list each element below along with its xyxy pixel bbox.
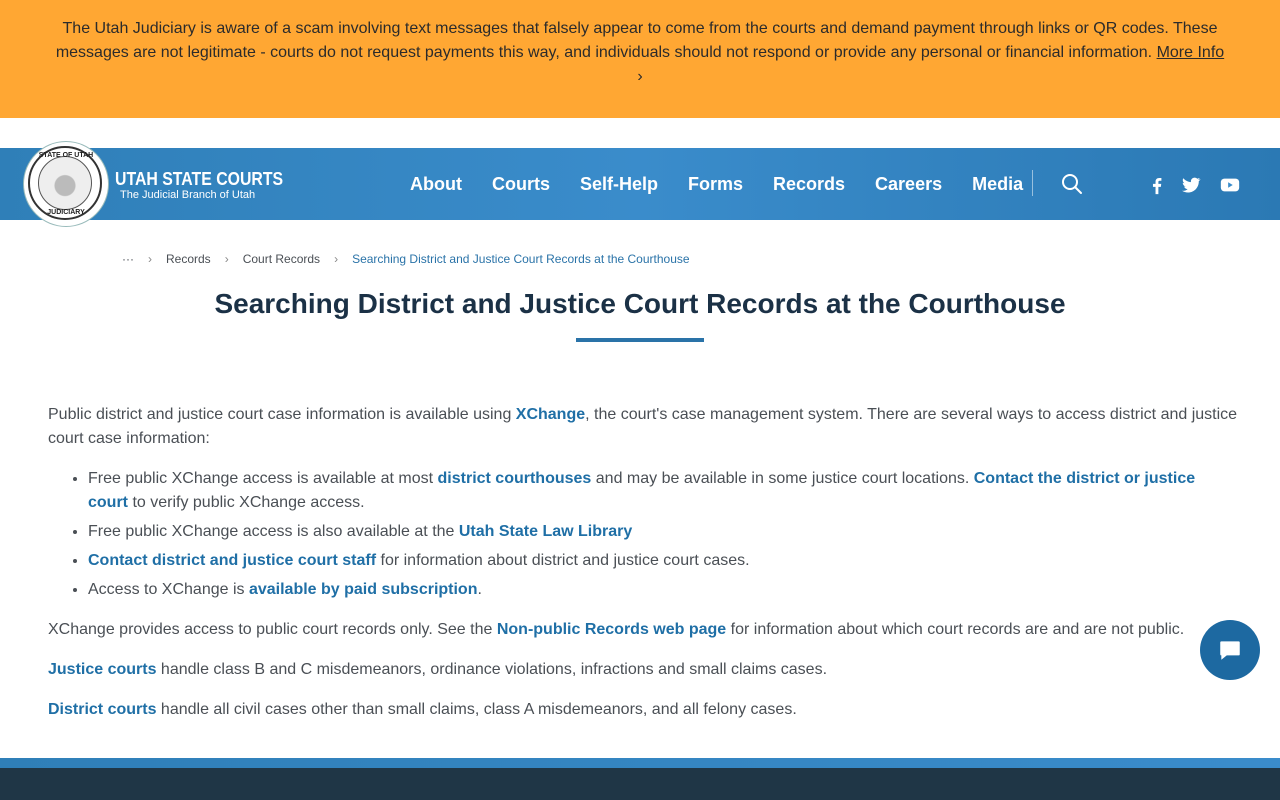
page-title: Searching District and Justice Court Rec… — [214, 288, 1066, 319]
primary-menu: About Courts Self-Help Forms Records Car… — [395, 148, 1038, 220]
list-item: Free public XChange access is available … — [88, 467, 1238, 515]
nav-courts[interactable]: Courts — [477, 174, 565, 195]
scam-alert-banner: The Utah Judiciary is aware of a scam in… — [0, 0, 1280, 118]
paid-subscription-link[interactable]: available by paid subscription — [249, 581, 478, 598]
main-navbar: STATE OF UTAH JUDICIARY UTAH STATE COURT… — [0, 142, 1280, 226]
breadcrumb-current[interactable]: Searching District and Justice Court Rec… — [352, 252, 690, 266]
nonpublic-paragraph: XChange provides access to public court … — [48, 621, 1185, 638]
intro-paragraph: Public district and justice court case i… — [48, 406, 1238, 447]
district-courthouses-link[interactable]: district courthouses — [438, 470, 592, 487]
chevron-right-icon[interactable]: › — [40, 65, 1240, 89]
non-public-records-link[interactable]: Non-public Records web page — [497, 621, 726, 638]
brand-title: UTAH STATE COURTS — [115, 169, 284, 189]
breadcrumb-ellipsis[interactable]: ··· — [122, 252, 134, 266]
nav-divider — [1032, 170, 1033, 196]
more-info-link[interactable]: More Info — [1157, 44, 1225, 61]
nav-careers[interactable]: Careers — [860, 174, 957, 195]
list-item: Contact district and justice court staff… — [88, 549, 1238, 573]
brand[interactable]: UTAH STATE COURTS The Judicial Branch of… — [115, 170, 306, 202]
list-item: Access to XChange is available by paid s… — [88, 578, 1238, 602]
title-underline — [576, 338, 704, 342]
law-library-link[interactable]: Utah State Law Library — [459, 523, 632, 540]
nav-media[interactable]: Media — [957, 174, 1038, 195]
alert-text: The Utah Judiciary is aware of a scam in… — [55, 20, 1218, 61]
seal-bottom-text: JUDICIARY — [47, 209, 85, 216]
search-icon[interactable] — [1060, 172, 1084, 196]
nav-self-help[interactable]: Self-Help — [565, 174, 673, 195]
nav-records[interactable]: Records — [758, 174, 860, 195]
footer — [0, 768, 1280, 800]
breadcrumb-records[interactable]: Records — [166, 252, 211, 266]
chevron-right-icon: › — [148, 252, 152, 266]
justice-courts-link[interactable]: Justice courts — [48, 661, 156, 678]
district-courts-paragraph: District courts handle all civil cases o… — [48, 701, 797, 718]
utah-courts-seal-logo[interactable]: STATE OF UTAH JUDICIARY — [24, 142, 108, 226]
district-courts-link[interactable]: District courts — [48, 701, 156, 718]
brand-subtitle: The Judicial Branch of Utah — [120, 189, 256, 201]
chat-icon — [1220, 641, 1240, 660]
access-list: Free public XChange access is available … — [48, 467, 1238, 602]
chat-button[interactable] — [1200, 620, 1260, 680]
main-content: Public district and justice court case i… — [48, 403, 1238, 738]
chevron-right-icon: › — [334, 252, 339, 266]
breadcrumb: ··· › Records › Court Records › Searchin… — [122, 252, 690, 266]
youtube-icon[interactable] — [1218, 174, 1242, 196]
facebook-icon[interactable] — [1145, 174, 1169, 196]
footer-accent-strip — [0, 758, 1280, 768]
chevron-right-icon: › — [224, 252, 229, 266]
justice-courts-paragraph: Justice courts handle class B and C misd… — [48, 661, 828, 678]
breadcrumb-court-records[interactable]: Court Records — [243, 252, 320, 266]
seal-top-text: STATE OF UTAH — [38, 152, 94, 159]
nav-forms[interactable]: Forms — [673, 174, 758, 195]
xchange-link[interactable]: XChange — [516, 406, 585, 423]
list-item: Free public XChange access is also avail… — [88, 520, 1238, 544]
twitter-icon[interactable] — [1179, 174, 1203, 196]
contact-staff-link[interactable]: Contact district and justice court staff — [88, 552, 376, 569]
nav-about[interactable]: About — [395, 174, 477, 195]
